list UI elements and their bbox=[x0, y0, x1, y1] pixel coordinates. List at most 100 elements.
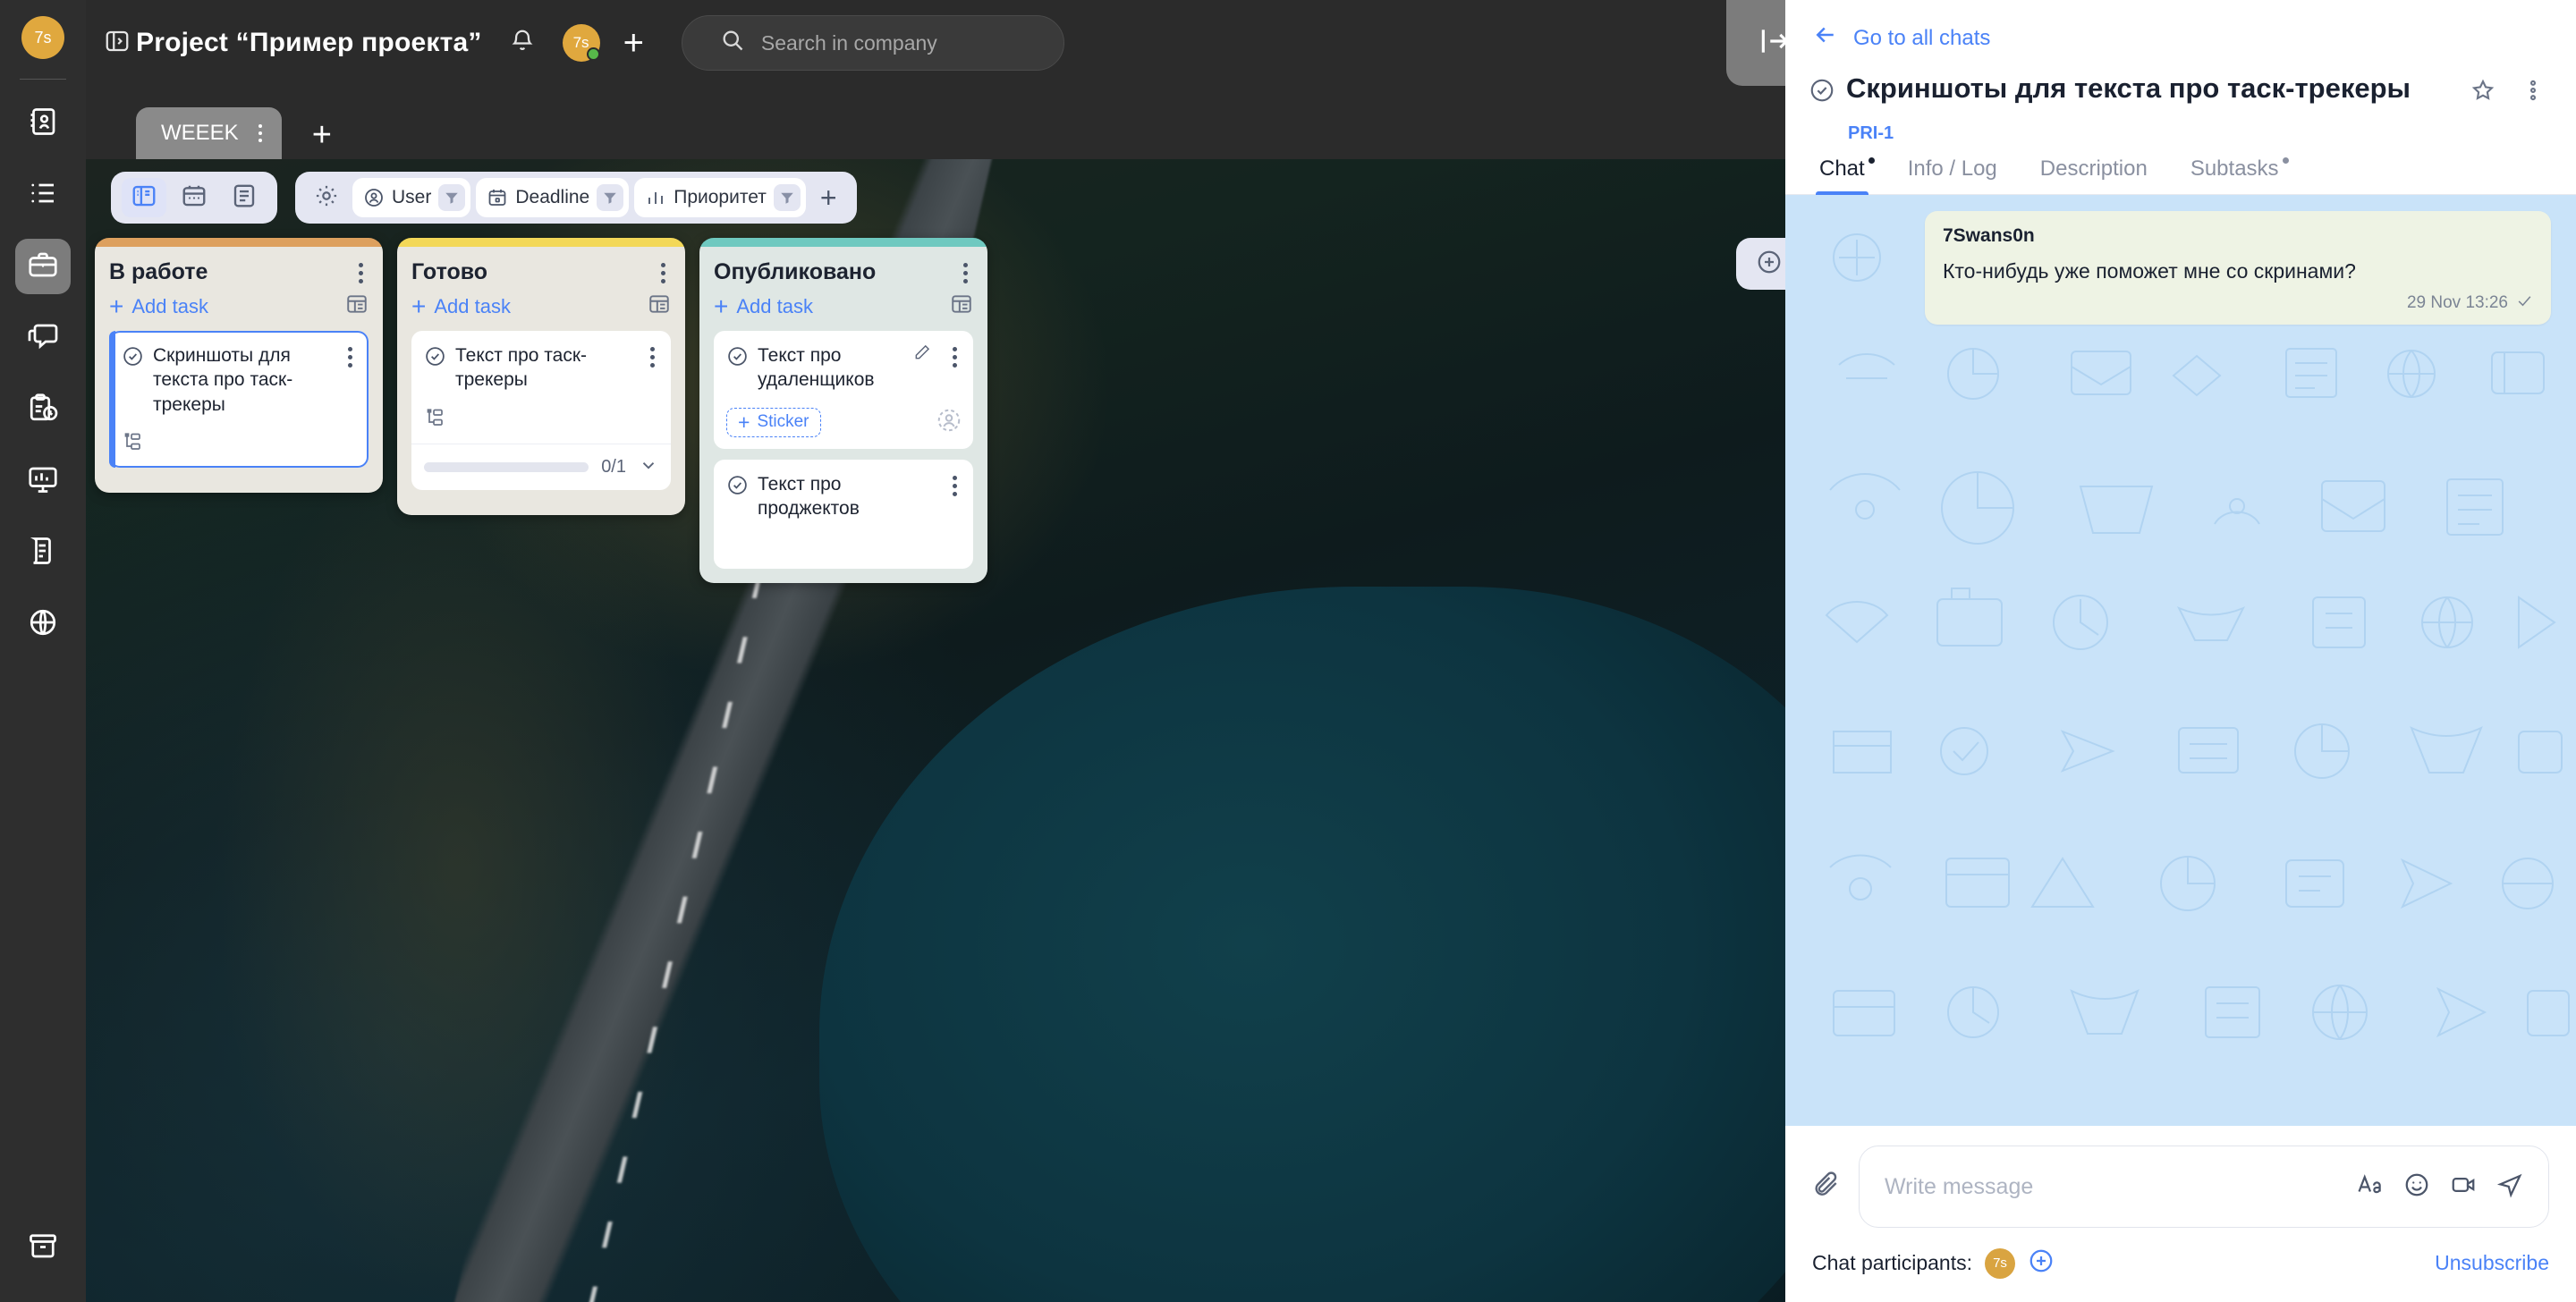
filter-chip-deadline-label: Deadline bbox=[515, 187, 589, 208]
task-menu-button[interactable] bbox=[947, 343, 962, 371]
sidebar-item-chats[interactable] bbox=[15, 310, 71, 366]
sidebar-item-archive[interactable] bbox=[15, 1220, 71, 1275]
message-time: 29 Nov 13:26 bbox=[2407, 293, 2508, 313]
view-switcher bbox=[111, 172, 277, 224]
task-menu-button[interactable] bbox=[343, 343, 358, 371]
task-more-button[interactable] bbox=[2513, 71, 2553, 114]
go-to-all-chats-link[interactable]: Go to all chats bbox=[1785, 0, 2576, 60]
filter-chip-priority[interactable]: Приоритет bbox=[634, 178, 806, 217]
filter-chip-deadline[interactable]: Deadline bbox=[476, 178, 629, 217]
attach-file-button[interactable] bbox=[1812, 1171, 1841, 1204]
search-input[interactable]: Search in company bbox=[682, 15, 1064, 71]
add-task-button[interactable]: + Add task bbox=[714, 294, 813, 319]
task-complete-icon[interactable] bbox=[726, 472, 749, 501]
go-to-all-chats-label: Go to all chats bbox=[1853, 26, 1990, 51]
tab-description[interactable]: Description bbox=[2040, 156, 2148, 194]
participant-avatar[interactable]: 7s bbox=[1985, 1248, 2015, 1279]
view-calendar-button[interactable] bbox=[172, 178, 216, 217]
task-card[interactable]: Текст про таск-трекеры 0/1 bbox=[411, 331, 671, 490]
sidebar-item-dashboards[interactable] bbox=[15, 453, 71, 509]
chat-background-pattern bbox=[1785, 195, 2576, 1089]
column-layout-button[interactable] bbox=[345, 292, 369, 320]
unread-dot-icon bbox=[1868, 157, 1875, 164]
send-icon[interactable] bbox=[2496, 1171, 2523, 1203]
column-layout-button[interactable] bbox=[950, 292, 973, 320]
task-menu-button[interactable] bbox=[947, 472, 962, 500]
task-card-title: Текст про таск-трекеры bbox=[455, 343, 636, 393]
column-menu-button[interactable] bbox=[656, 259, 671, 287]
kanban-column: Готово + Add task bbox=[397, 238, 685, 515]
gear-icon bbox=[314, 183, 339, 213]
rail-avatar[interactable]: 7s bbox=[21, 16, 64, 59]
plus-icon: + bbox=[738, 412, 750, 433]
add-sticker-button[interactable]: + Sticker bbox=[726, 408, 821, 437]
add-member-button[interactable]: + bbox=[623, 25, 644, 61]
sidebar-item-list[interactable] bbox=[15, 167, 71, 223]
unread-dot-icon bbox=[2283, 157, 2289, 164]
tab-chat[interactable]: Chat bbox=[1819, 156, 1865, 194]
add-task-button[interactable]: + Add task bbox=[411, 294, 511, 319]
check-icon bbox=[2516, 292, 2533, 314]
column-layout-icon bbox=[950, 304, 973, 319]
task-detail-tabs: Chat Info / Log Description Subtasks bbox=[1785, 144, 2576, 195]
funnel-icon[interactable] bbox=[597, 184, 623, 211]
emoji-icon[interactable] bbox=[2403, 1171, 2430, 1203]
column-menu-button[interactable] bbox=[958, 259, 973, 287]
filter-chip-user-label: User bbox=[392, 187, 431, 208]
message-input-placeholder: Write message bbox=[1885, 1174, 2357, 1200]
column-menu-button[interactable] bbox=[353, 259, 369, 287]
task-complete-icon[interactable] bbox=[1809, 71, 1835, 108]
message-input[interactable]: Write message bbox=[1859, 1146, 2549, 1228]
sidebar-item-time-tracking[interactable] bbox=[15, 382, 71, 437]
funnel-icon[interactable] bbox=[774, 184, 801, 211]
kanban-column: Опубликовано + Add task bbox=[699, 238, 987, 583]
task-card-title: Текст про удаленщиков bbox=[758, 343, 904, 393]
task-complete-icon[interactable] bbox=[424, 343, 446, 372]
tab-weeek[interactable]: WEEEK bbox=[136, 107, 282, 159]
view-list-button[interactable] bbox=[222, 178, 267, 217]
user-avatar[interactable]: 7s bbox=[563, 24, 600, 62]
filter-chip-user[interactable]: User bbox=[352, 178, 470, 217]
rail-divider bbox=[20, 79, 66, 80]
background-water bbox=[819, 587, 1785, 1302]
add-task-label: Add task bbox=[434, 295, 511, 318]
task-menu-button[interactable] bbox=[645, 343, 660, 371]
task-card[interactable]: Текст про удаленщиков + Sticker bbox=[714, 331, 973, 449]
assignee-placeholder-icon[interactable] bbox=[936, 407, 962, 438]
favorite-button[interactable] bbox=[2463, 71, 2503, 114]
chat-message: 7Swans0n Кто-нибудь уже поможет мне со с… bbox=[1925, 211, 2551, 325]
add-board-tab-button[interactable]: + bbox=[312, 118, 332, 152]
sidebar-item-globe[interactable] bbox=[15, 596, 71, 652]
task-card[interactable]: Скриншоты для текста про таск-трекеры bbox=[109, 331, 369, 468]
unsubscribe-button[interactable]: Unsubscribe bbox=[2435, 1251, 2549, 1275]
column-title: Готово bbox=[411, 259, 487, 285]
sidebar-item-documents[interactable] bbox=[15, 525, 71, 580]
tab-info-log[interactable]: Info / Log bbox=[1908, 156, 1997, 194]
column-layout-icon bbox=[648, 304, 671, 319]
message-author: 7Swans0n bbox=[1943, 225, 2533, 247]
tab-menu-icon[interactable] bbox=[258, 124, 262, 142]
add-filter-button[interactable]: + bbox=[811, 183, 846, 212]
funnel-icon[interactable] bbox=[438, 184, 465, 211]
sidebar-item-projects[interactable] bbox=[15, 239, 71, 294]
sidebar-collapse-button[interactable] bbox=[104, 28, 131, 59]
task-card[interactable]: Текст про проджектов bbox=[714, 460, 973, 570]
task-complete-icon[interactable] bbox=[726, 343, 749, 372]
column-accent-bar bbox=[397, 238, 685, 247]
board-settings-button[interactable] bbox=[306, 177, 347, 218]
text-format-icon[interactable] bbox=[2357, 1171, 2384, 1203]
edit-pencil-icon[interactable] bbox=[913, 343, 931, 366]
add-task-button[interactable]: + Add task bbox=[109, 294, 208, 319]
add-participant-button[interactable] bbox=[2028, 1247, 2055, 1279]
tab-subtasks[interactable]: Subtasks bbox=[2190, 156, 2279, 194]
task-complete-icon[interactable] bbox=[122, 343, 144, 372]
view-board-button[interactable] bbox=[122, 178, 166, 217]
participants-label: Chat participants: bbox=[1812, 1251, 1972, 1275]
subtask-tree-icon bbox=[424, 407, 445, 433]
column-layout-button[interactable] bbox=[648, 292, 671, 320]
sidebar-item-address-book[interactable] bbox=[15, 96, 71, 151]
chevron-down-icon[interactable] bbox=[639, 455, 658, 479]
add-column-button[interactable] bbox=[1736, 238, 1785, 290]
notifications-button[interactable] bbox=[509, 28, 536, 59]
video-icon[interactable] bbox=[2450, 1171, 2477, 1203]
